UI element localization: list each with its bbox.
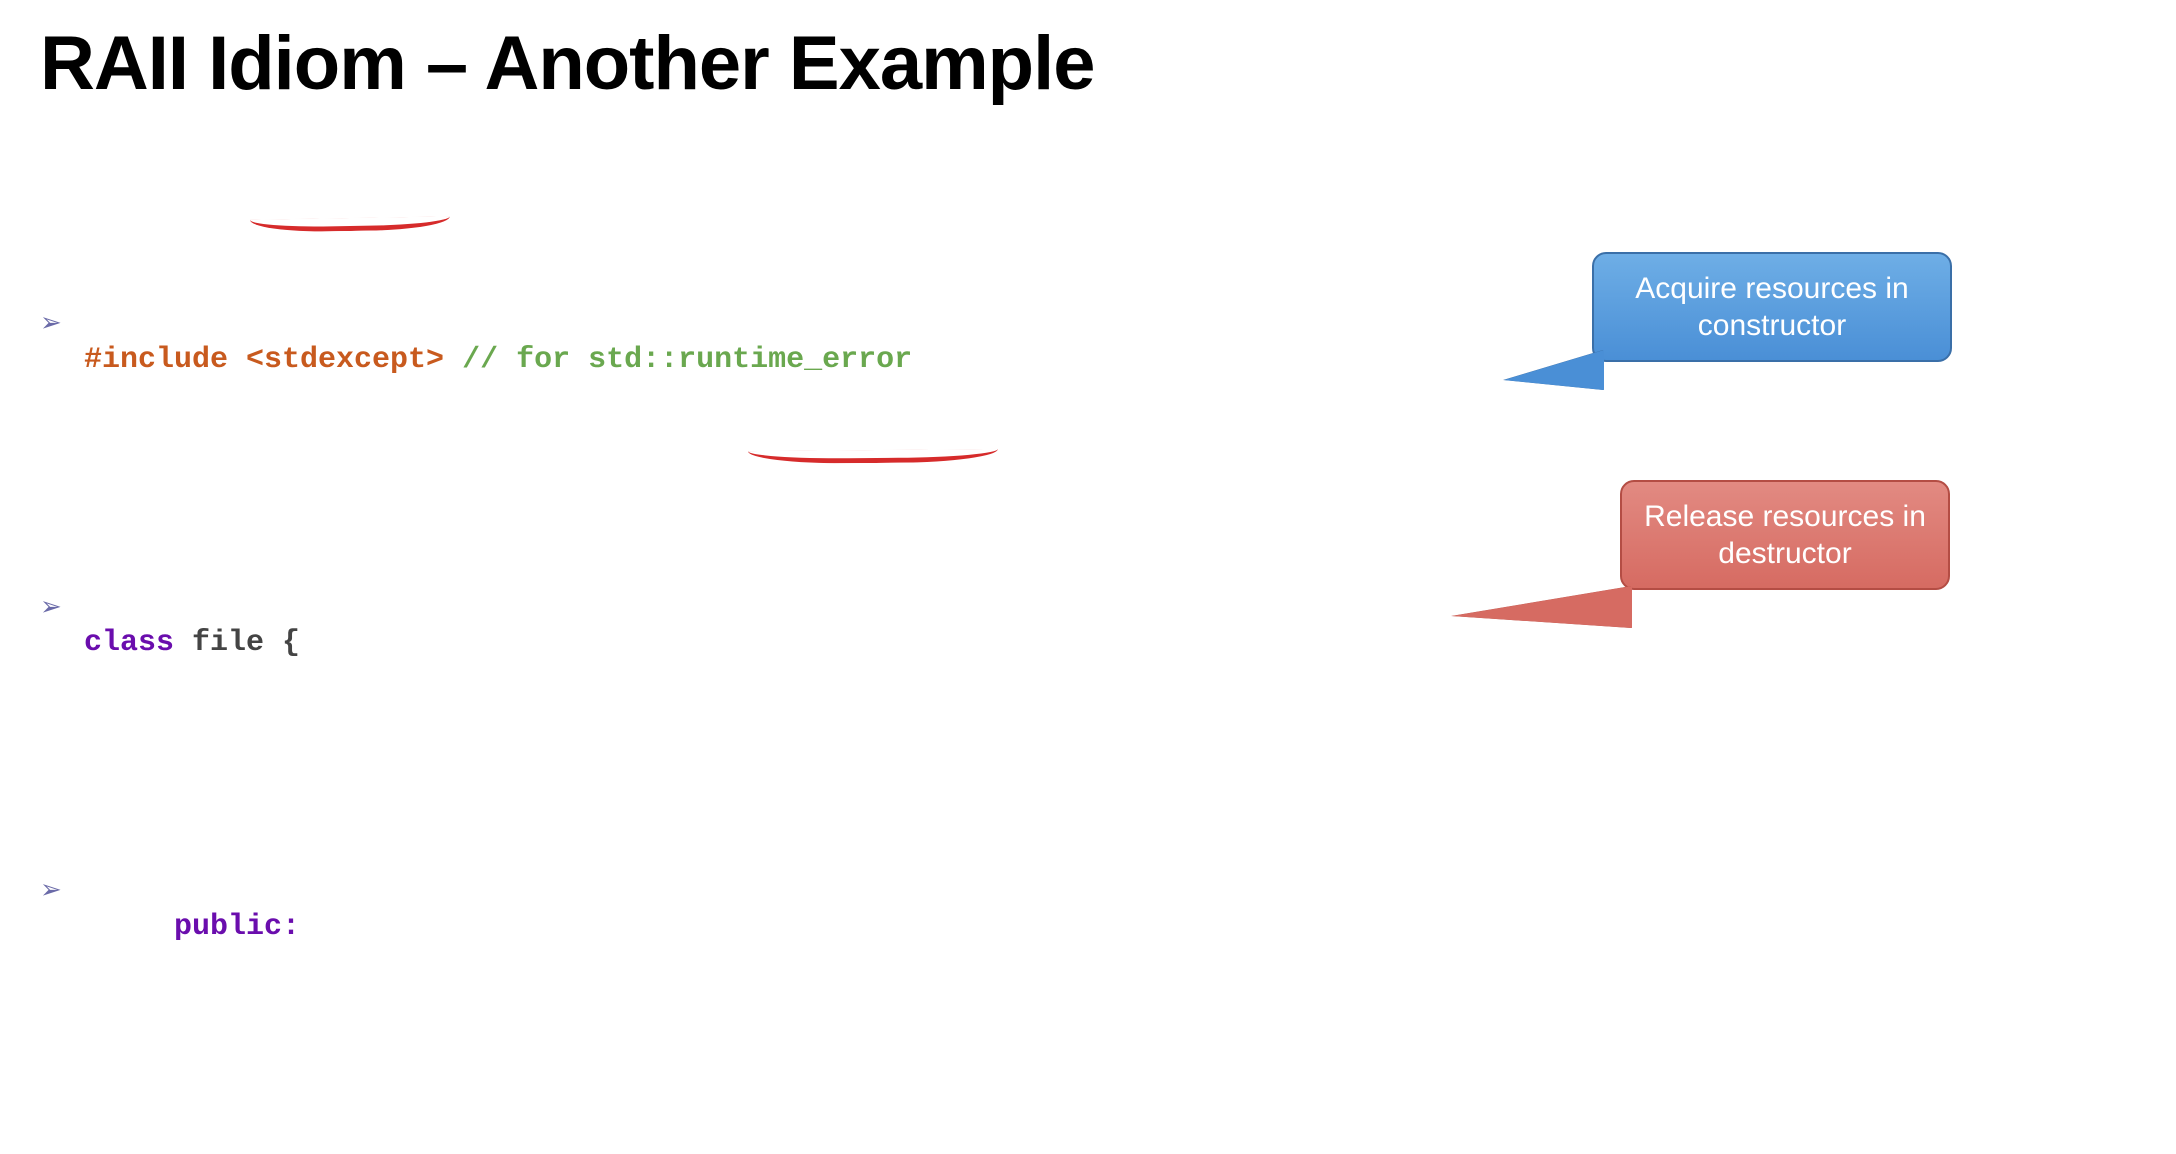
- bullet-icon: ➢: [40, 583, 84, 624]
- callout-tail-icon: [1504, 350, 1604, 390]
- code-line: ➢ file(const char* filename) : file_(std…: [40, 1150, 2136, 1154]
- slide-title: RAII Idiom – Another Example: [40, 20, 2136, 107]
- include-directive: #include: [84, 343, 246, 377]
- include-comment: // for std::runtime_error: [444, 343, 912, 377]
- slide: RAII Idiom – Another Example ➢ #include …: [0, 0, 2176, 1154]
- include-header: <stdexcept>: [246, 343, 444, 377]
- code-line: ➢ class file {: [40, 583, 2136, 705]
- callout-tail-icon: [1452, 586, 1632, 628]
- callout-text: Release resources in destructor: [1644, 498, 1926, 573]
- class-name: file {: [174, 626, 300, 660]
- public-keyword: public:: [174, 910, 300, 944]
- callout-acquire: Acquire resources in constructor: [1592, 252, 1952, 362]
- bullet-icon: ➢: [40, 1150, 84, 1154]
- class-keyword: class: [84, 626, 174, 660]
- bullet-icon: ➢: [40, 299, 84, 340]
- code-line: ➢ public:: [40, 866, 2136, 988]
- bullet-icon: ➢: [40, 866, 84, 907]
- callout-release: Release resources in destructor: [1620, 480, 1950, 590]
- callout-text: Acquire resources in constructor: [1616, 270, 1928, 345]
